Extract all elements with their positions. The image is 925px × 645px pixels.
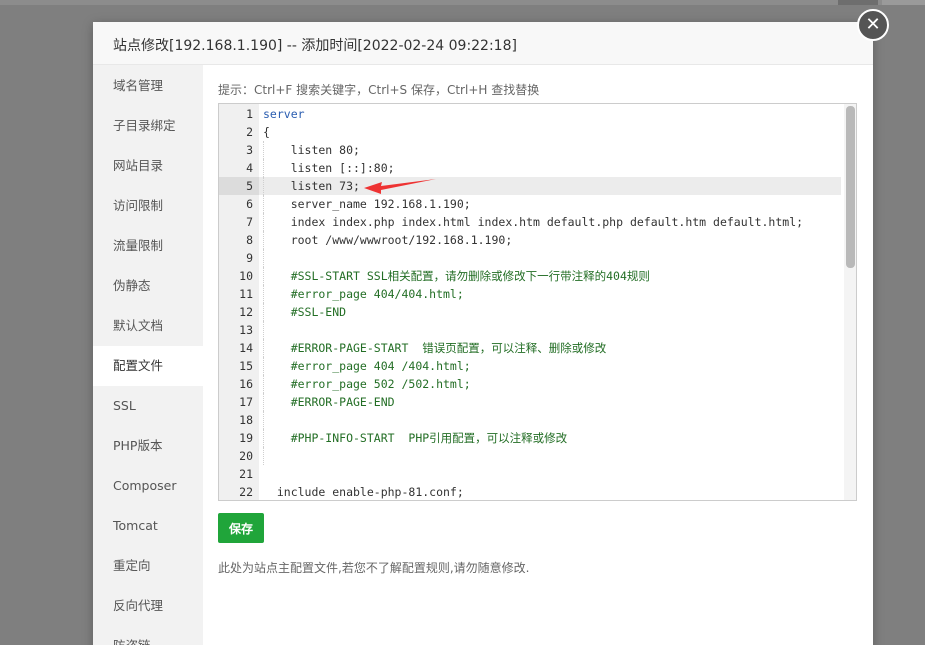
dialog-header: 站点修改[192.168.1.190] -- 添加时间[2022-02-24 0… [93,22,873,65]
code-text: include enable-php-81.conf; [263,485,464,499]
line-number: 14 [239,341,253,355]
code-text: #SSL-START SSL相关配置，请勿删除或修改下一行带注释的404规则 [263,269,650,283]
code-text: root /www/wwwroot/192.168.1.190; [263,233,513,247]
code-text: #error_page 404/404.html; [263,287,464,301]
code-text: server [263,107,305,121]
code-line[interactable]: 9 [219,249,841,267]
settings-sidebar: 域名管理 子目录绑定 网站目录 访问限制 流量限制 伪静态 默认文档 配置文件 SSL PHP版本… [93,65,203,645]
line-number: 2 [246,125,253,139]
code-line[interactable]: 18 [219,411,841,429]
line-number: 1 [246,107,253,121]
sidebar-item[interactable]: 访问限制 [93,186,203,226]
background-button [838,0,878,5]
sidebar-item[interactable]: 流量限制 [93,226,203,266]
indent-guide [263,411,264,429]
code-line[interactable]: 10 #SSL-START SSL相关配置，请勿删除或修改下一行带注释的404规… [219,267,841,285]
code-text: #ERROR-PAGE-END [263,395,395,409]
code-line[interactable]: 4 listen [::]:80; [219,159,841,177]
code-text: listen 80; [263,143,360,157]
line-number: 17 [239,395,253,409]
code-text: { [263,125,270,139]
code-line[interactable]: 21 [219,465,841,483]
code-line[interactable]: 1 server [219,105,841,123]
background-button [882,0,925,5]
code-line[interactable]: 7 index index.php index.html index.htm d… [219,213,841,231]
sidebar-item[interactable]: 防盗链 [93,626,203,645]
code-line[interactable]: 11 #error_page 404/404.html; [219,285,841,303]
sidebar-item[interactable]: 反向代理 [93,586,203,626]
sidebar-item[interactable]: 伪静态 [93,266,203,306]
code-line[interactable]: 16 #error_page 502 /502.html; [219,375,841,393]
line-number: 21 [239,467,253,481]
line-number: 4 [246,161,253,175]
code-text: index index.php index.html index.htm def… [263,215,804,229]
code-line[interactable]: 2{ [219,123,841,141]
sidebar-item[interactable]: Composer [93,466,203,506]
line-number: 6 [246,197,253,211]
line-number: 13 [239,323,253,337]
code-line[interactable]: 19 #PHP-INFO-START PHP引用配置，可以注释或修改 [219,429,841,447]
code-line[interactable]: 3 listen 80; [219,141,841,159]
sidebar-item[interactable]: 网站目录 [93,146,203,186]
scrollbar-thumb[interactable] [846,106,855,268]
sidebar-item[interactable]: 子目录绑定 [93,106,203,146]
code-line[interactable]: 14 #ERROR-PAGE-START 错误页配置，可以注释、删除或修改 [219,339,841,357]
line-number: 10 [239,269,253,283]
code-text: #SSL-END [263,305,347,319]
line-number: 15 [239,359,253,373]
line-number: 3 [246,143,253,157]
code-text: #error_page 404 /404.html; [263,359,471,373]
code-line[interactable]: 17 #ERROR-PAGE-END [219,393,841,411]
line-number: 12 [239,305,253,319]
code-text: listen [::]:80; [263,161,395,175]
line-number: 19 [239,431,253,445]
sidebar-item[interactable]: PHP版本 [93,426,203,466]
vertical-scrollbar[interactable] [844,104,856,500]
sidebar-item[interactable]: 默认文档 [93,306,203,346]
sidebar-item[interactable]: 域名管理 [93,66,203,106]
line-number: 11 [239,287,253,301]
line-number: 9 [246,251,253,265]
code-text: listen 73; [263,179,360,193]
save-button[interactable]: 保存 [218,513,264,543]
site-edit-dialog: 站点修改[192.168.1.190] -- 添加时间[2022-02-24 0… [93,22,873,645]
indent-guide [263,249,264,267]
line-number: 18 [239,413,253,427]
sidebar-item[interactable]: 重定向 [93,546,203,586]
editor-hint: 提示：Ctrl+F 搜索关键字，Ctrl+S 保存，Ctrl+H 查找替换 [218,83,540,97]
code-line[interactable]: 13 [219,321,841,339]
line-number: 20 [239,449,253,463]
code-line[interactable]: 20 [219,447,841,465]
code-editor[interactable]: 1 server 2{3 listen 80; 4 listen [::]:80; 5 … [218,103,857,501]
indent-guide [263,321,264,339]
code-text: #error_page 502 /502.html; [263,377,471,391]
code-text: #PHP-INFO-START PHP引用配置，可以注释或修改 [263,431,568,445]
sidebar-item[interactable]: Tomcat [93,506,203,546]
indent-guide [263,447,264,465]
line-number: 8 [246,233,253,247]
dialog-title: 站点修改[192.168.1.190] -- 添加时间[2022-02-24 0… [113,38,517,54]
config-warning-note: 此处为站点主配置文件,若您不了解配置规则,请勿随意修改. [218,561,530,575]
line-number: 7 [246,215,253,229]
code-line[interactable]: 6 server_name 192.168.1.190; [219,195,841,213]
line-number: 5 [219,177,259,195]
background-topbar [0,0,925,5]
line-number: 16 [239,377,253,391]
code-line[interactable]: 15 #error_page 404 /404.html; [219,357,841,375]
close-icon[interactable]: ✕ [857,9,889,41]
line-number: 22 [239,485,253,499]
code-line[interactable]: 22 include enable-php-81.conf; [219,483,841,500]
code-text: #ERROR-PAGE-START 错误页配置，可以注释、删除或修改 [263,341,607,355]
code-text: server_name 192.168.1.190; [263,197,471,211]
sidebar-item[interactable]: SSL [93,386,203,426]
code-line[interactable]: 8 root /www/wwwroot/192.168.1.190; [219,231,841,249]
code-line[interactable]: 5 listen 73; [219,177,841,195]
code-line[interactable]: 12 #SSL-END [219,303,841,321]
sidebar-item[interactable]: 配置文件 [93,346,203,386]
config-file-panel: 提示：Ctrl+F 搜索关键字，Ctrl+S 保存，Ctrl+H 查找替换 1s… [203,65,873,645]
